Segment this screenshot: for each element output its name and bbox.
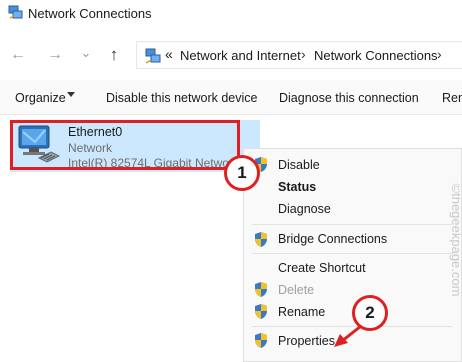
breadcrumb-separator-icon[interactable]: › bbox=[301, 46, 306, 62]
diagnose-connection-button[interactable]: Diagnose this connection bbox=[279, 91, 419, 105]
step-2-badge: 2 bbox=[352, 295, 388, 331]
menu-divider bbox=[252, 224, 452, 225]
menu-item-delete: Delete bbox=[278, 283, 315, 297]
shield-icon bbox=[255, 282, 267, 297]
menu-item-diagnose[interactable]: Diagnose bbox=[278, 202, 331, 216]
breadcrumb-network-and-internet[interactable]: Network and Internet bbox=[180, 48, 301, 63]
rename-button[interactable]: Ren bbox=[442, 91, 462, 105]
network-connections-icon bbox=[8, 5, 23, 19]
forward-arrow-icon[interactable]: → bbox=[46, 46, 64, 64]
menu-item-create-shortcut[interactable]: Create Shortcut bbox=[278, 261, 366, 275]
shield-icon bbox=[255, 232, 267, 247]
step-1-badge: 1 bbox=[224, 155, 260, 191]
menu-item-status[interactable]: Status bbox=[278, 180, 316, 194]
window-title: Network Connections bbox=[28, 6, 152, 21]
back-arrow-icon[interactable]: ← bbox=[9, 46, 27, 64]
title-bar: Network Connections bbox=[0, 0, 462, 28]
command-toolbar: Organize Disable this network device Dia… bbox=[0, 80, 462, 115]
recent-locations-chevron-icon[interactable]: ⌄ bbox=[77, 44, 95, 62]
menu-divider bbox=[252, 253, 452, 254]
menu-item-rename[interactable]: Rename bbox=[278, 305, 325, 319]
organize-menu-button[interactable]: Organize bbox=[15, 91, 66, 105]
address-bar[interactable]: « Network and Internet › Network Connect… bbox=[136, 41, 462, 69]
breadcrumb-network-connections[interactable]: Network Connections bbox=[314, 48, 438, 63]
menu-item-disable[interactable]: Disable bbox=[278, 158, 320, 172]
network-folder-icon bbox=[145, 48, 161, 64]
shield-icon bbox=[255, 304, 267, 319]
watermark: ©thegeekpage.com bbox=[449, 184, 460, 297]
disable-device-button[interactable]: Disable this network device bbox=[106, 91, 257, 105]
selection-highlight-annotation bbox=[10, 120, 240, 170]
organize-dropdown-icon[interactable] bbox=[67, 92, 75, 97]
shield-icon bbox=[255, 333, 267, 348]
watermark-text: ©thegeekpage.com bbox=[449, 184, 460, 297]
breadcrumb-separator-icon[interactable]: › bbox=[437, 46, 442, 62]
navigation-bar: ← → ⌄ ↑ « Network and Internet › Network… bbox=[0, 38, 462, 74]
breadcrumb-overflow-icon[interactable]: « bbox=[165, 46, 173, 62]
menu-item-bridge-connections[interactable]: Bridge Connections bbox=[278, 232, 387, 246]
up-arrow-icon[interactable]: ↑ bbox=[105, 46, 123, 64]
